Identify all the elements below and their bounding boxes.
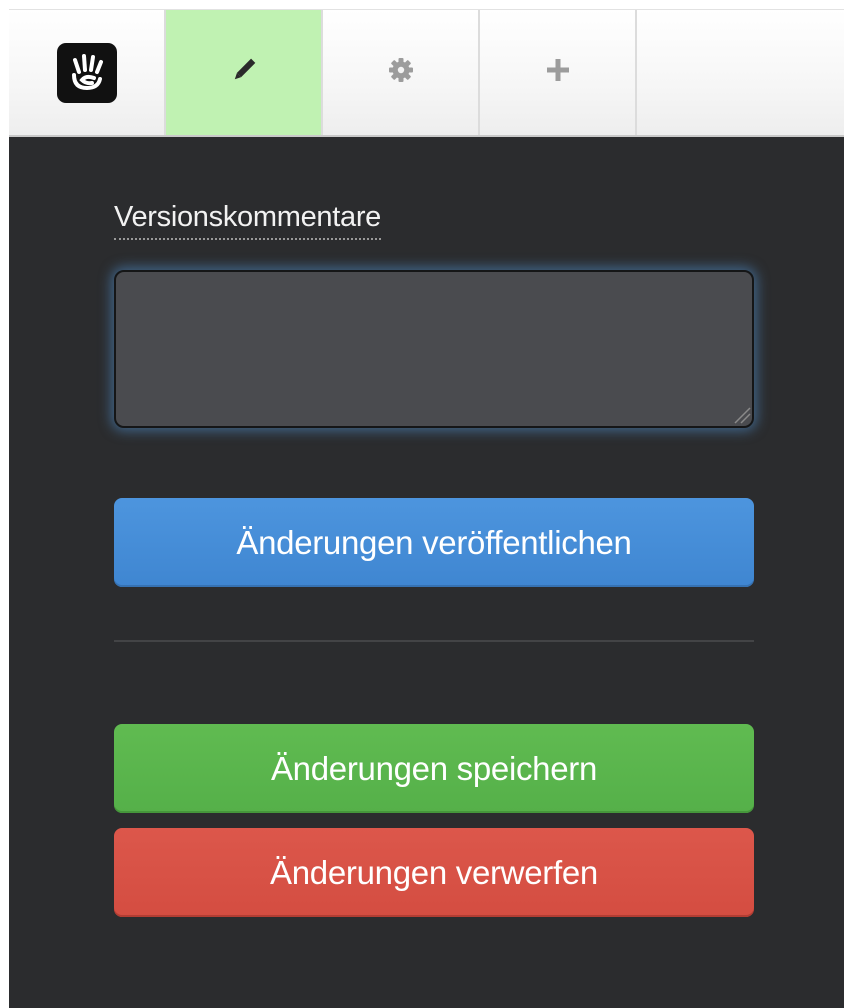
logo-button[interactable] bbox=[9, 10, 166, 135]
divider bbox=[114, 640, 754, 642]
edit-tab-button[interactable] bbox=[166, 10, 323, 135]
hand-logo-icon bbox=[56, 42, 117, 103]
pencil-icon bbox=[229, 55, 259, 90]
edit-panel: Versionskommentare Änderungen veröffentl… bbox=[9, 137, 844, 1008]
publish-changes-button[interactable]: Änderungen veröffentlichen bbox=[114, 498, 754, 587]
gear-icon bbox=[386, 55, 416, 90]
editor-frame: Versionskommentare Änderungen veröffentl… bbox=[0, 0, 844, 1008]
version-comment-input[interactable] bbox=[114, 270, 754, 428]
settings-tab-button[interactable] bbox=[323, 10, 480, 135]
discard-changes-button[interactable]: Änderungen verwerfen bbox=[114, 828, 754, 917]
plus-icon bbox=[543, 55, 573, 90]
add-tab-button[interactable] bbox=[480, 10, 637, 135]
save-changes-button[interactable]: Änderungen speichern bbox=[114, 724, 754, 813]
version-comment-label: Versionskommentare bbox=[114, 199, 381, 240]
toolbar bbox=[9, 9, 844, 137]
